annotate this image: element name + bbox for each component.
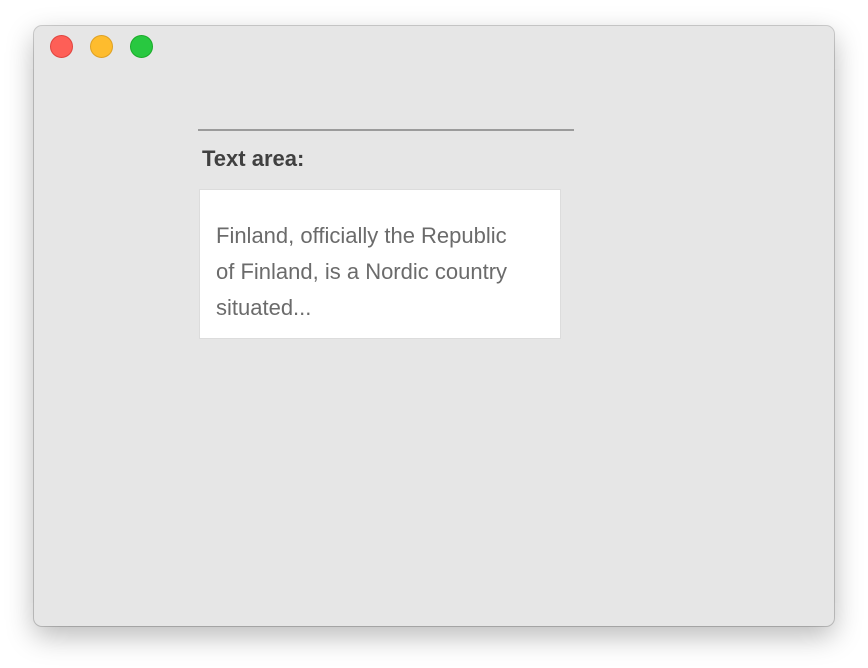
section-divider: [198, 129, 574, 131]
text-area-input[interactable]: Finland, officially the Republic of Finl…: [199, 189, 561, 339]
close-window-button[interactable]: [50, 35, 73, 58]
text-area-label: Text area:: [202, 146, 305, 171]
minimize-window-button[interactable]: [90, 35, 113, 58]
app-window: Text area: Finland, officially the Repub…: [34, 26, 834, 626]
zoom-window-button[interactable]: [130, 35, 153, 58]
